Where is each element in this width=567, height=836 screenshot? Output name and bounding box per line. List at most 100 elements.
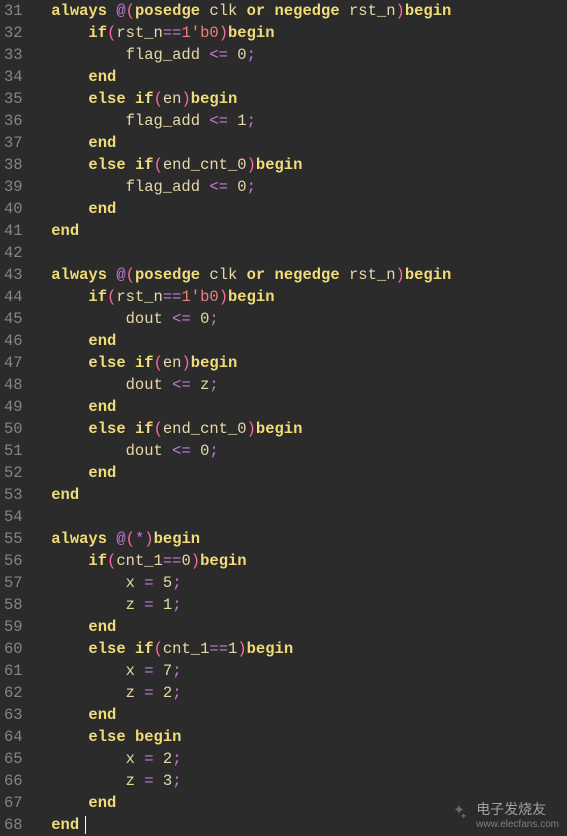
code-line[interactable]: z = 2; bbox=[33, 682, 452, 704]
code-line[interactable]: x = 2; bbox=[33, 748, 452, 770]
code-line[interactable]: end bbox=[33, 220, 452, 242]
code-line[interactable]: else if(en)begin bbox=[33, 352, 452, 374]
code-line[interactable]: always @(posedge clk or negedge rst_n)be… bbox=[33, 264, 452, 286]
token-cond: else bbox=[88, 156, 125, 174]
line-number: 60 bbox=[4, 638, 23, 660]
line-number: 40 bbox=[4, 198, 23, 220]
token-paren: ) bbox=[396, 266, 405, 284]
token-op: = bbox=[144, 574, 153, 592]
line-number-gutter: 3132333435363738394041424344454647484950… bbox=[0, 0, 29, 836]
token-kw: begin bbox=[228, 288, 275, 306]
token-paren: ( bbox=[126, 2, 135, 20]
token-ident: clk bbox=[209, 266, 237, 284]
code-line[interactable]: else if(en)begin bbox=[33, 88, 452, 110]
code-line[interactable]: end bbox=[33, 198, 452, 220]
token-op: @ bbox=[116, 530, 125, 548]
line-number: 43 bbox=[4, 264, 23, 286]
token-ident: rst_n bbox=[116, 288, 163, 306]
text-cursor bbox=[85, 816, 86, 834]
token-op: <= bbox=[172, 310, 191, 328]
code-line[interactable]: end bbox=[33, 814, 452, 836]
code-line[interactable]: x = 5; bbox=[33, 572, 452, 594]
code-line[interactable]: dout <= 0; bbox=[33, 308, 452, 330]
token-kw: or bbox=[247, 266, 266, 284]
token-ident: z bbox=[126, 772, 135, 790]
token-op: == bbox=[163, 552, 182, 570]
code-line[interactable]: else if(cnt_1==1)begin bbox=[33, 638, 452, 660]
token-num: 1'b0 bbox=[181, 288, 218, 306]
code-line[interactable]: x = 7; bbox=[33, 660, 452, 682]
token-paren: ) bbox=[219, 288, 228, 306]
token-op: ; bbox=[172, 772, 181, 790]
code-line[interactable]: z = 3; bbox=[33, 770, 452, 792]
token-kw: end bbox=[88, 618, 116, 636]
token-paren: ( bbox=[107, 288, 116, 306]
code-line[interactable]: end bbox=[33, 792, 452, 814]
token-kw: end bbox=[51, 816, 79, 834]
line-number: 45 bbox=[4, 308, 23, 330]
token-ident: x bbox=[126, 750, 135, 768]
code-line[interactable]: if(rst_n==1'b0)begin bbox=[33, 22, 452, 44]
code-line[interactable]: end bbox=[33, 462, 452, 484]
code-line[interactable]: if(rst_n==1'b0)begin bbox=[33, 286, 452, 308]
token-kw: negedge bbox=[275, 266, 340, 284]
token-kw: end bbox=[88, 706, 116, 724]
token-kw: end bbox=[88, 200, 116, 218]
token-numlit: 1 bbox=[228, 640, 237, 658]
code-line[interactable]: always @(*)begin bbox=[33, 528, 452, 550]
token-kw: begin bbox=[135, 728, 182, 746]
token-op: ; bbox=[209, 442, 218, 460]
line-number: 56 bbox=[4, 550, 23, 572]
code-editor: 3132333435363738394041424344454647484950… bbox=[0, 0, 567, 836]
token-kw: posedge bbox=[135, 266, 200, 284]
code-line[interactable]: end bbox=[33, 616, 452, 638]
code-area[interactable]: always @(posedge clk or negedge rst_n)be… bbox=[29, 0, 452, 836]
code-line[interactable]: end bbox=[33, 396, 452, 418]
code-line[interactable] bbox=[33, 242, 452, 264]
line-number: 61 bbox=[4, 660, 23, 682]
line-number: 33 bbox=[4, 44, 23, 66]
token-cond: else bbox=[88, 354, 125, 372]
token-numlit: 7 bbox=[163, 662, 172, 680]
token-ident: end_cnt_0 bbox=[163, 420, 247, 438]
code-line[interactable] bbox=[33, 506, 452, 528]
token-paren: ( bbox=[154, 420, 163, 438]
code-line[interactable]: always @(posedge clk or negedge rst_n)be… bbox=[33, 0, 452, 22]
token-op: <= bbox=[209, 112, 228, 130]
token-op: * bbox=[135, 530, 144, 548]
line-number: 62 bbox=[4, 682, 23, 704]
token-kw: begin bbox=[405, 2, 452, 20]
token-cond: if bbox=[88, 288, 107, 306]
code-line[interactable]: else if(end_cnt_0)begin bbox=[33, 154, 452, 176]
token-kw: end bbox=[88, 134, 116, 152]
code-line[interactable]: end bbox=[33, 66, 452, 88]
code-line[interactable]: else begin bbox=[33, 726, 452, 748]
code-line[interactable]: end bbox=[33, 330, 452, 352]
token-numlit: 0 bbox=[181, 552, 190, 570]
code-line[interactable]: end bbox=[33, 132, 452, 154]
line-number: 51 bbox=[4, 440, 23, 462]
token-op: ; bbox=[247, 178, 256, 196]
token-numlit: 3 bbox=[163, 772, 172, 790]
code-line[interactable]: if(cnt_1==0)begin bbox=[33, 550, 452, 572]
token-ident: x bbox=[126, 662, 135, 680]
token-op: ; bbox=[247, 112, 256, 130]
code-line[interactable]: else if(end_cnt_0)begin bbox=[33, 418, 452, 440]
code-line[interactable]: end bbox=[33, 484, 452, 506]
token-kw: always bbox=[51, 530, 107, 548]
token-op: ; bbox=[209, 376, 218, 394]
code-line[interactable]: end bbox=[33, 704, 452, 726]
code-line[interactable]: dout <= z; bbox=[33, 374, 452, 396]
token-paren: ) bbox=[144, 530, 153, 548]
token-kw: always bbox=[51, 2, 107, 20]
code-line[interactable]: flag_add <= 1; bbox=[33, 110, 452, 132]
line-number: 42 bbox=[4, 242, 23, 264]
token-ident: dout bbox=[126, 376, 163, 394]
code-line[interactable]: z = 1; bbox=[33, 594, 452, 616]
line-number: 46 bbox=[4, 330, 23, 352]
token-ident: en bbox=[163, 90, 182, 108]
line-number: 57 bbox=[4, 572, 23, 594]
code-line[interactable]: flag_add <= 0; bbox=[33, 176, 452, 198]
code-line[interactable]: dout <= 0; bbox=[33, 440, 452, 462]
code-line[interactable]: flag_add <= 0; bbox=[33, 44, 452, 66]
